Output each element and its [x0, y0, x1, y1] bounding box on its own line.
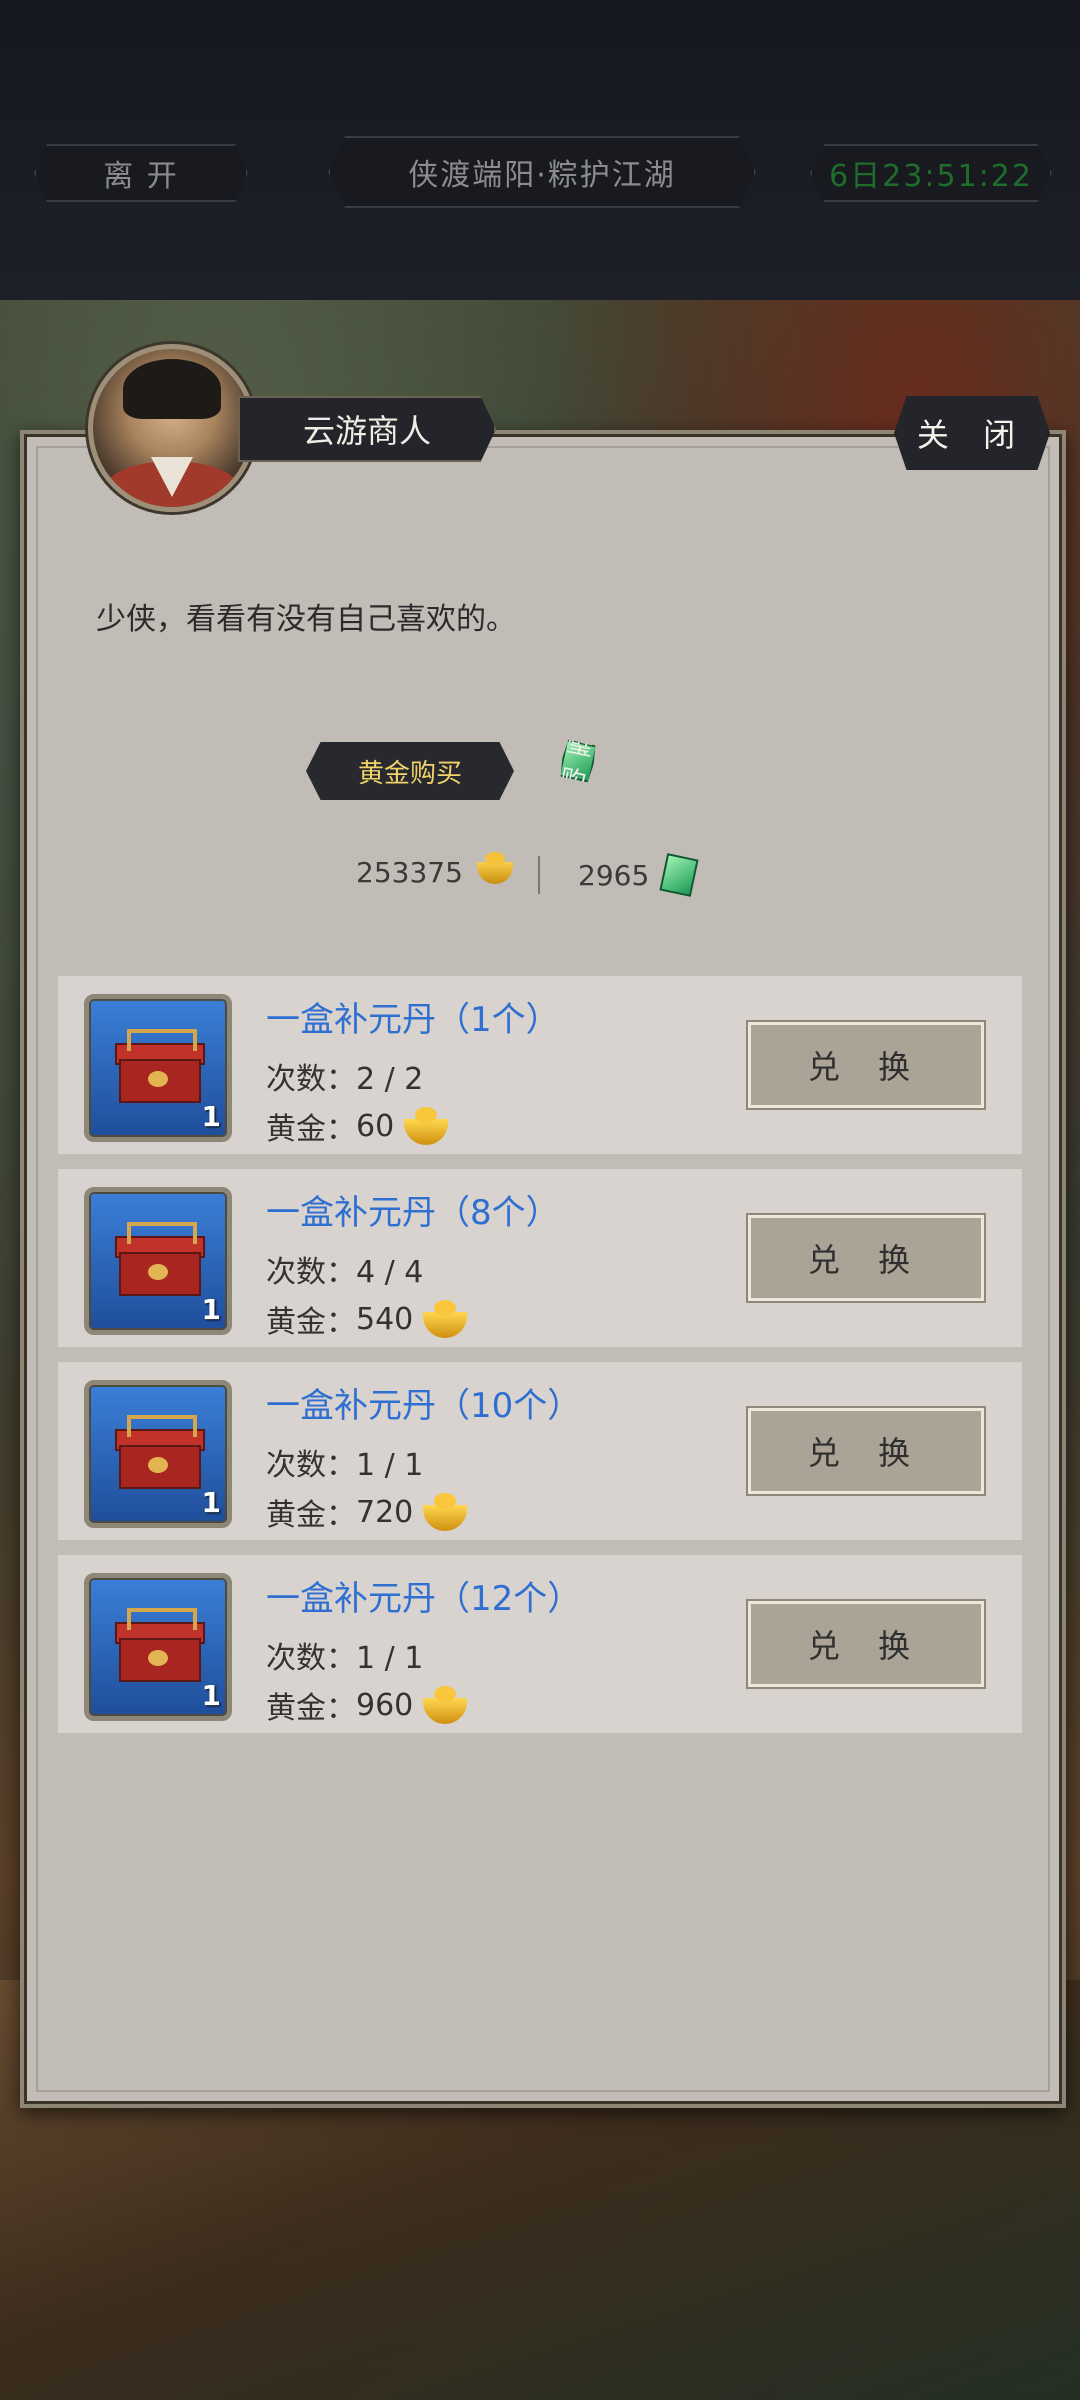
event-timer: 6日23:51:22	[810, 144, 1052, 202]
item-icon[interactable]: 1	[84, 1573, 232, 1721]
exchange-button[interactable]: 兑 换	[748, 1022, 984, 1108]
close-button[interactable]: 关 闭	[894, 396, 1050, 470]
item-name: 一盒补元丹（1个）	[266, 1000, 560, 1040]
tab-gold-purchase[interactable]: 黄金购买	[306, 742, 514, 800]
jade-icon	[659, 853, 699, 897]
price-label: 黄金：	[266, 1691, 356, 1726]
price-label: 黄金：	[266, 1112, 356, 1147]
gold-ingot-icon	[423, 1493, 468, 1531]
jade-balance-value: 2965	[578, 858, 650, 892]
price-value: 540	[356, 1301, 414, 1337]
item-name: 一盒补元丹（12个）	[266, 1579, 582, 1619]
merchant-avatar	[88, 344, 256, 512]
item-count: 次数：2 / 2	[266, 1062, 424, 1097]
jade-balance: 2965	[578, 853, 699, 897]
gold-balance-value: 253375	[356, 856, 463, 889]
red-chest-icon	[115, 1029, 205, 1103]
exchange-button[interactable]: 兑 换	[748, 1408, 984, 1494]
list-item: 1 一盒补元丹（10个） 次数：1 / 1 黄金： 720 兑 换	[58, 1362, 1022, 1540]
price-value: 60	[356, 1108, 395, 1144]
red-chest-icon	[115, 1222, 205, 1296]
red-chest-icon	[115, 1415, 205, 1489]
item-qty: 1	[201, 1486, 221, 1519]
item-icon[interactable]: 1	[84, 1187, 232, 1335]
top-bar: 离 开 侠渡端阳·粽护江湖 6日23:51:22	[0, 0, 1080, 300]
item-qty: 1	[201, 1293, 221, 1326]
list-item: 1 一盒补元丹（1个） 次数：2 / 2 黄金： 60 兑 换	[58, 976, 1022, 1154]
price-label: 黄金：	[266, 1305, 356, 1340]
item-icon[interactable]: 1	[84, 994, 232, 1142]
gold-ingot-icon	[476, 851, 513, 884]
item-name: 一盒补元丹（10个）	[266, 1386, 582, 1426]
price-value: 960	[356, 1687, 414, 1723]
item-count: 次数：1 / 1	[266, 1641, 424, 1676]
merchant-greeting: 少侠，看看有没有自己喜欢的。	[96, 602, 516, 637]
event-title: 侠渡端阳·粽护江湖	[328, 136, 756, 208]
item-price: 黄金： 960	[266, 1683, 468, 1727]
item-price: 黄金： 540	[266, 1297, 468, 1341]
merchant-name: 云游商人	[238, 396, 496, 462]
leave-button[interactable]: 离 开	[34, 144, 248, 202]
item-count: 次数：4 / 4	[266, 1255, 424, 1290]
gold-ingot-icon	[404, 1107, 449, 1145]
gold-balance: 253375	[356, 851, 513, 889]
balance-divider	[538, 856, 540, 894]
list-item: 1 一盒补元丹（12个） 次数：1 / 1 黄金： 960 兑 换	[58, 1555, 1022, 1733]
item-list: 1 一盒补元丹（1个） 次数：2 / 2 黄金： 60 兑 换 1 一盒补元丹（8…	[46, 958, 1038, 1738]
item-qty: 1	[201, 1679, 221, 1712]
price-label: 黄金：	[266, 1498, 356, 1533]
red-chest-icon	[115, 1608, 205, 1682]
list-item: 1 一盒补元丹（8个） 次数：4 / 4 黄金： 540 兑 换	[58, 1169, 1022, 1347]
exchange-button[interactable]: 兑 换	[748, 1601, 984, 1687]
gold-ingot-icon	[423, 1300, 468, 1338]
item-price: 黄金： 720	[266, 1490, 468, 1534]
item-qty: 1	[201, 1100, 221, 1133]
exchange-button[interactable]: 兑 换	[748, 1215, 984, 1301]
item-count: 次数：1 / 1	[266, 1448, 424, 1483]
item-name: 一盒补元丹（8个）	[266, 1193, 560, 1233]
item-icon[interactable]: 1	[84, 1380, 232, 1528]
price-value: 720	[356, 1494, 414, 1530]
gold-ingot-icon	[423, 1686, 468, 1724]
item-price: 黄金： 60	[266, 1104, 449, 1148]
